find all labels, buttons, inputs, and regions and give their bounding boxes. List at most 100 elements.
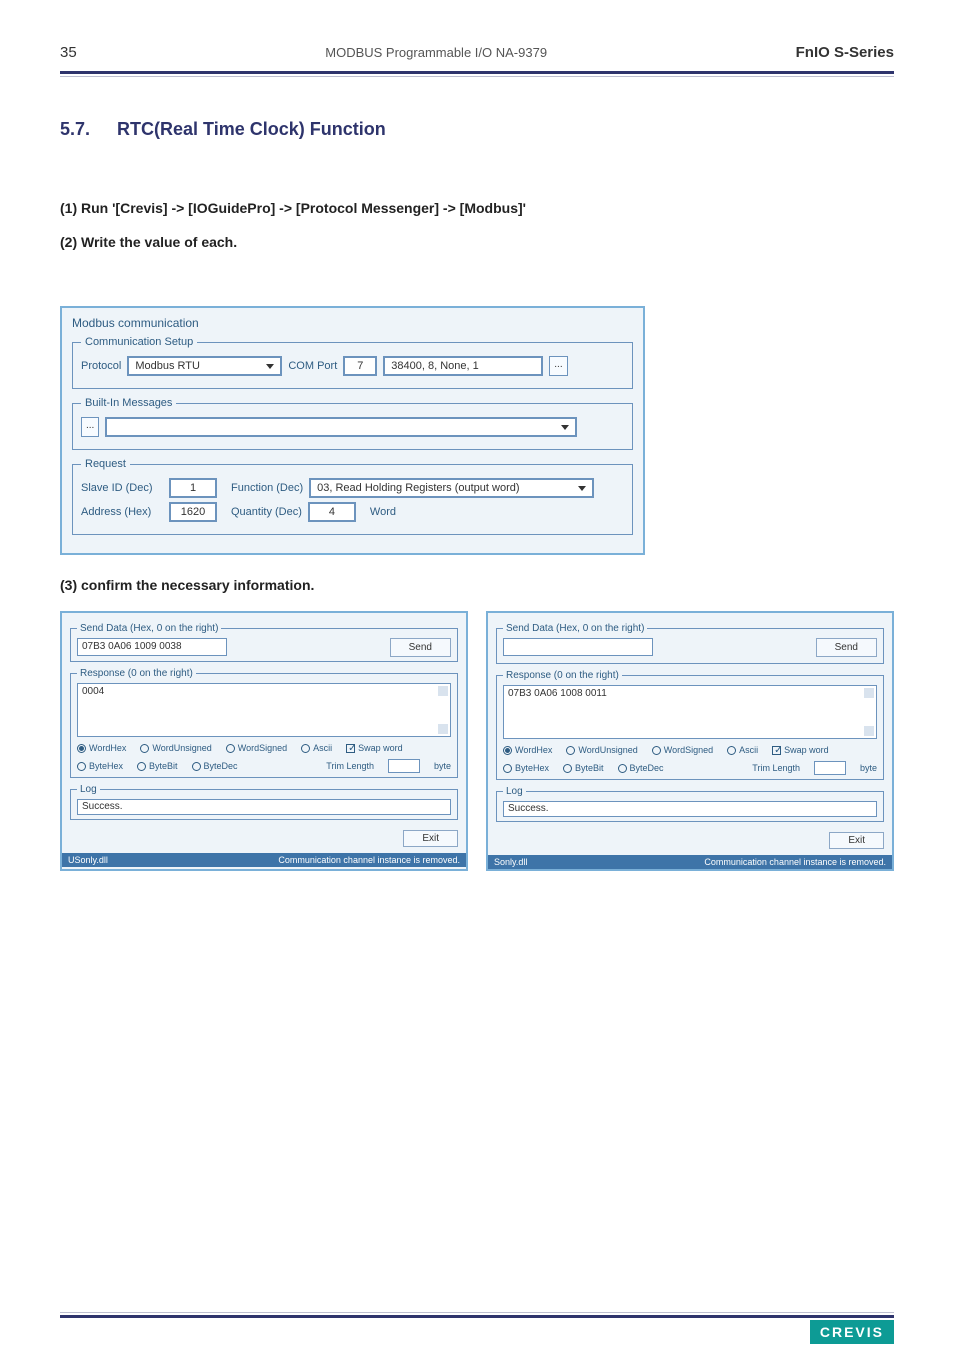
protocol-label: Protocol <box>81 360 121 372</box>
send-data-input[interactable] <box>503 638 653 656</box>
step-2: (2) Write the value of each. <box>60 234 894 250</box>
trim-unit: byte <box>860 763 877 773</box>
section-heading: 5.7. RTC(Real Time Clock) Function <box>60 119 894 140</box>
slave-id-label: Slave ID (Dec) <box>81 482 163 494</box>
brand-badge: CREVIS <box>810 1320 894 1344</box>
step-3: (3) confirm the necessary information. <box>60 577 894 593</box>
radio-ascii[interactable]: Ascii <box>301 743 332 753</box>
builtin-messages-legend: Built-In Messages <box>81 397 176 409</box>
trim-length-input[interactable] <box>388 759 420 773</box>
status-bar: USonly.dll Communication channel instanc… <box>62 853 466 867</box>
communication-setup-legend: Communication Setup <box>81 336 197 348</box>
log-box: Success. <box>77 799 451 815</box>
radio-wordsigned[interactable]: WordSigned <box>226 743 287 753</box>
radio-wordunsigned[interactable]: WordUnsigned <box>140 743 211 753</box>
radio-bytedec[interactable]: ByteDec <box>618 763 664 773</box>
send-data-group: Send Data (Hex, 0 on the right) Send <box>496 623 884 664</box>
response-group: Response (0 on the right) 0004 WordHex W… <box>70 668 458 778</box>
status-left: USonly.dll <box>68 855 108 865</box>
modbus-comm-window: Modbus communication Communication Setup… <box>60 306 645 555</box>
send-data-legend: Send Data (Hex, 0 on the right) <box>503 623 647 634</box>
function-label: Function (Dec) <box>231 482 303 494</box>
log-group: Log Success. <box>496 786 884 822</box>
log-box: Success. <box>503 801 877 817</box>
radio-wordhex[interactable]: WordHex <box>77 743 126 753</box>
com-params-field[interactable]: 38400, 8, None, 1 <box>383 356 543 376</box>
builtin-messages-group: Built-In Messages ... <box>72 397 633 450</box>
response-value: 0004 <box>82 686 104 697</box>
response-group: Response (0 on the right) 07B3 0A06 1008… <box>496 670 884 780</box>
send-button[interactable]: Send <box>816 638 877 657</box>
function-select[interactable]: 03, Read Holding Registers (output word) <box>309 478 594 498</box>
panel-left: Send Data (Hex, 0 on the right) 07B3 0A0… <box>60 611 468 871</box>
radio-bytebit[interactable]: ByteBit <box>137 761 178 771</box>
request-group: Request Slave ID (Dec) 1 Function (Dec) … <box>72 458 633 535</box>
footer-rule-thick <box>60 1315 894 1318</box>
status-right: Communication channel instance is remove… <box>278 855 460 865</box>
response-legend: Response (0 on the right) <box>77 668 196 679</box>
status-right: Communication channel instance is remove… <box>704 857 886 867</box>
protocol-value: Modbus RTU <box>135 360 200 372</box>
trim-length-input[interactable] <box>814 761 846 775</box>
send-button[interactable]: Send <box>390 638 451 657</box>
send-data-legend: Send Data (Hex, 0 on the right) <box>77 623 221 634</box>
quantity-field[interactable]: 4 <box>308 502 356 522</box>
radio-wordunsigned[interactable]: WordUnsigned <box>566 745 637 755</box>
scroll-up-icon[interactable] <box>864 688 874 698</box>
series-title: FnIO S-Series <box>796 44 894 61</box>
page-number: 35 <box>60 44 77 61</box>
checkbox-swapword[interactable]: Swap word <box>346 743 403 753</box>
radio-bytehex[interactable]: ByteHex <box>503 763 549 773</box>
doc-title: MODBUS Programmable I/O NA-9379 <box>77 45 796 60</box>
address-field[interactable]: 1620 <box>169 502 217 522</box>
response-value: 07B3 0A06 1008 0011 <box>508 688 607 699</box>
chevron-down-icon <box>578 486 586 491</box>
header-rule-thick <box>60 71 894 74</box>
response-legend: Response (0 on the right) <box>503 670 622 681</box>
scroll-down-icon[interactable] <box>438 724 448 734</box>
quantity-label: Quantity (Dec) <box>231 506 302 518</box>
scroll-down-icon[interactable] <box>864 726 874 736</box>
com-params-value: 38400, 8, None, 1 <box>391 360 478 372</box>
log-legend: Log <box>503 786 526 797</box>
radio-wordhex[interactable]: WordHex <box>503 745 552 755</box>
panels-row: Send Data (Hex, 0 on the right) 07B3 0A0… <box>60 611 894 871</box>
response-box: 07B3 0A06 1008 0011 <box>503 685 877 739</box>
response-box: 0004 <box>77 683 451 737</box>
radio-ascii[interactable]: Ascii <box>727 745 758 755</box>
builtin-browse-button[interactable]: ... <box>81 417 99 437</box>
step-1: (1) Run '[Crevis] -> [IOGuidePro] -> [Pr… <box>60 200 894 216</box>
comport-label: COM Port <box>288 360 337 372</box>
trim-length-label: Trim Length <box>752 763 800 773</box>
exit-button[interactable]: Exit <box>403 830 458 847</box>
section-title: RTC(Real Time Clock) Function <box>117 119 386 139</box>
request-legend: Request <box>81 458 130 470</box>
trim-length-label: Trim Length <box>326 761 374 771</box>
com-params-browse-button[interactable]: ... <box>549 356 567 376</box>
slave-id-field[interactable]: 1 <box>169 478 217 498</box>
radio-bytebit[interactable]: ByteBit <box>563 763 604 773</box>
checkbox-swapword[interactable]: Swap word <box>772 745 829 755</box>
page-footer: CREVIS <box>60 1312 894 1318</box>
protocol-select[interactable]: Modbus RTU <box>127 356 282 376</box>
exit-button[interactable]: Exit <box>829 832 884 849</box>
radio-wordsigned[interactable]: WordSigned <box>652 745 713 755</box>
address-label: Address (Hex) <box>81 506 163 518</box>
panel-right: Send Data (Hex, 0 on the right) Send Res… <box>486 611 894 871</box>
send-data-group: Send Data (Hex, 0 on the right) 07B3 0A0… <box>70 623 458 662</box>
status-bar: Sonly.dll Communication channel instance… <box>488 855 892 869</box>
header-rule-thin <box>60 76 894 77</box>
chevron-down-icon <box>266 364 274 369</box>
footer-rule-thin <box>60 1312 894 1313</box>
builtin-message-select[interactable] <box>105 417 577 437</box>
radio-bytedec[interactable]: ByteDec <box>192 761 238 771</box>
comport-field[interactable]: 7 <box>343 356 377 376</box>
log-group: Log Success. <box>70 784 458 820</box>
log-legend: Log <box>77 784 100 795</box>
word-label: Word <box>370 506 396 518</box>
send-data-input[interactable]: 07B3 0A06 1009 0038 <box>77 638 227 656</box>
radio-bytehex[interactable]: ByteHex <box>77 761 123 771</box>
trim-unit: byte <box>434 761 451 771</box>
function-value: 03, Read Holding Registers (output word) <box>317 482 519 494</box>
scroll-up-icon[interactable] <box>438 686 448 696</box>
